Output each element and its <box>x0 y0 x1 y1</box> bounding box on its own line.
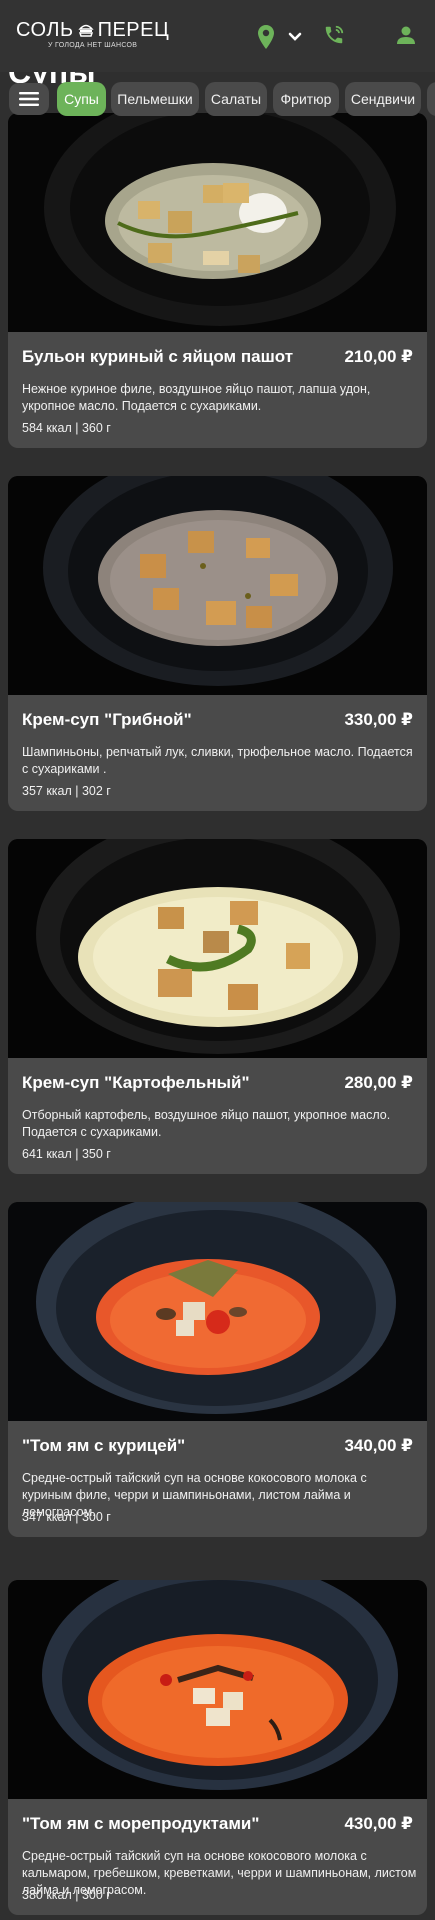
logo[interactable]: СОЛЬ ПЕРЕЦ У ГОЛОДА НЕТ ШАНСОВ <box>16 20 169 49</box>
category-tab-salads[interactable]: Салаты <box>205 82 267 116</box>
product-nutrition: 641 ккал | 350 г <box>22 1147 111 1161</box>
product-description: Отборный картофель, воздушное яйцо пашот… <box>22 1108 391 1139</box>
product-name: Крем-суп "Грибной" <box>22 710 192 729</box>
category-tab-more[interactable] <box>427 82 435 116</box>
product-description: Шампиньоны, репчатый лук, сливки, трюфел… <box>22 745 413 776</box>
product-card[interactable]: Бульон куриный с яйцом пашот 210,00 ₽ Не… <box>8 113 427 448</box>
hamburger-icon <box>19 92 39 106</box>
menu-button[interactable] <box>9 83 49 115</box>
product-card[interactable]: "Том ям с морепродуктами" 430,00 ₽ Средн… <box>8 1580 427 1915</box>
product-price: 330,00 ₽ <box>344 710 413 729</box>
product-nutrition: 584 ккал | 360 г <box>22 421 111 435</box>
product-photo <box>8 476 427 695</box>
product-card[interactable]: "Том ям с курицей" 340,00 ₽ Средне-остры… <box>8 1202 427 1537</box>
user-icon[interactable] <box>396 25 416 45</box>
top-header: СОЛЬ ПЕРЕЦ У ГОЛОДА НЕТ ШАНСОВ <box>0 0 435 72</box>
chevron-down-icon[interactable] <box>288 32 302 42</box>
product-photo <box>8 1202 427 1421</box>
burger-logo-icon <box>77 24 94 37</box>
product-name: "Том ям с морепродуктами" <box>22 1814 260 1833</box>
product-price: 340,00 ₽ <box>344 1436 413 1455</box>
product-name: Бульон куриный с яйцом пашот <box>22 347 294 366</box>
product-name: Крем-суп "Картофельный" <box>22 1073 250 1092</box>
phone-icon[interactable] <box>323 24 345 46</box>
product-description: Нежное куриное филе, воздушное яйцо пашо… <box>22 382 371 413</box>
product-nutrition: 347 ккал | 300 г <box>22 1510 111 1524</box>
product-photo <box>8 1580 427 1799</box>
product-price: 280,00 ₽ <box>344 1073 413 1092</box>
category-tab-soups[interactable]: Супы <box>57 82 106 116</box>
product-name: "Том ям с курицей" <box>22 1436 186 1455</box>
category-tab-dumplings[interactable]: Пельмешки <box>111 82 199 116</box>
product-photo <box>8 839 427 1058</box>
product-card[interactable]: Крем-суп "Грибной" 330,00 ₽ Шампиньоны, … <box>8 476 427 811</box>
category-tab-fried[interactable]: Фритюр <box>273 82 339 116</box>
product-price: 430,00 ₽ <box>344 1814 413 1833</box>
product-price: 210,00 ₽ <box>344 347 413 366</box>
product-photo <box>8 113 427 332</box>
product-nutrition: 357 ккал | 302 г <box>22 784 111 798</box>
product-card[interactable]: Крем-суп "Картофельный" 280,00 ₽ Отборны… <box>8 839 427 1174</box>
category-bar: Супы Пельмешки Салаты Фритюр Сендвичи <box>0 80 435 120</box>
product-nutrition: 380 ккал | 300 г <box>22 1888 111 1902</box>
logo-title-left: СОЛЬ <box>16 19 74 41</box>
logo-tagline: У ГОЛОДА НЕТ ШАНСОВ <box>48 42 138 49</box>
logo-title-right: ПЕРЕЦ <box>97 19 170 41</box>
category-tab-sandwiches[interactable]: Сендвичи <box>345 82 421 116</box>
location-pin-icon[interactable] <box>257 24 275 50</box>
